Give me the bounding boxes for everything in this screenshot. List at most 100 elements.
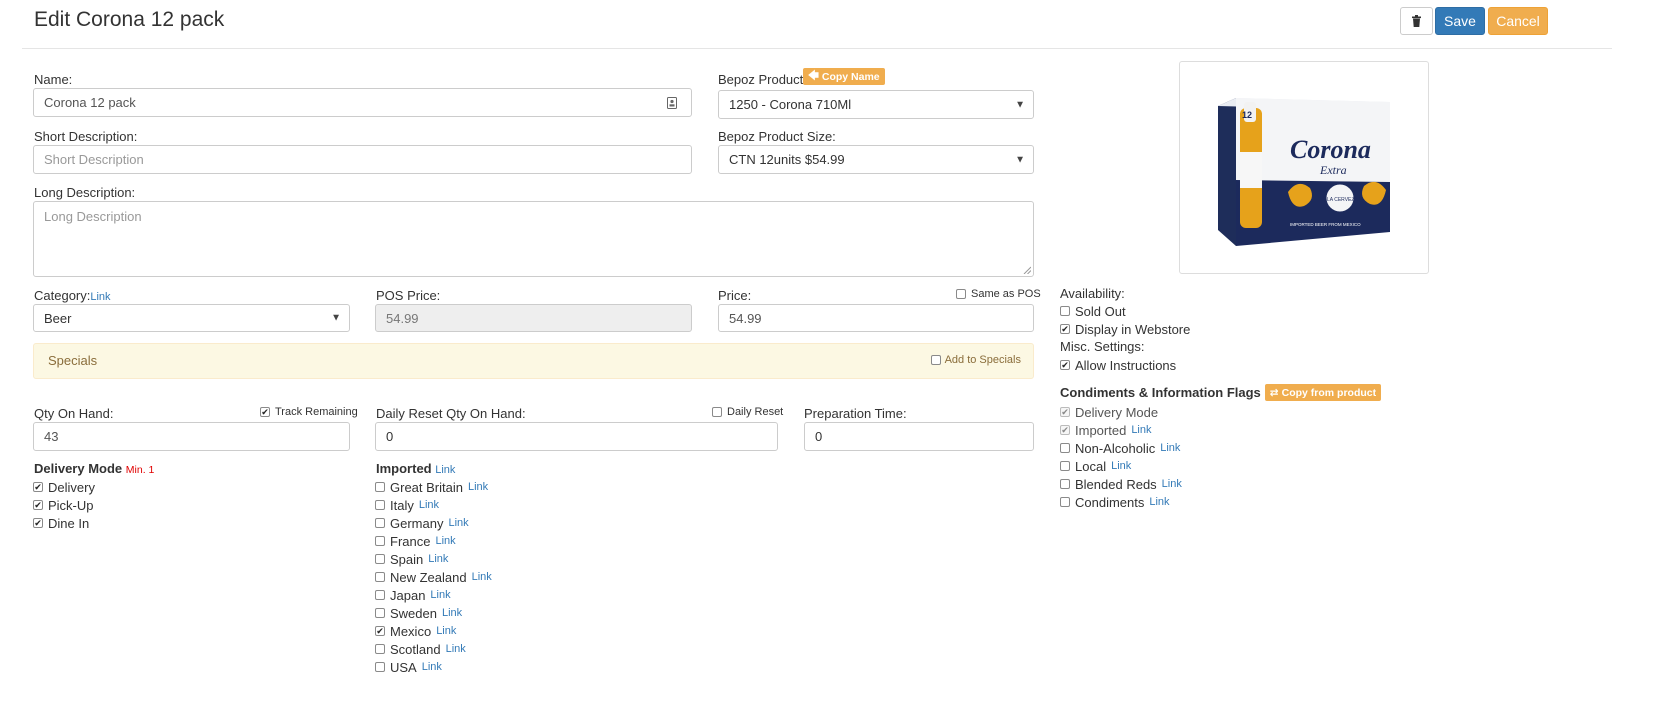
allow-instructions-checkbox[interactable]: ✔ Allow Instructions: [1060, 356, 1176, 374]
display-in-webstore-checkbox[interactable]: ✔ Display in Webstore: [1060, 320, 1190, 338]
bepoz-product-size-value: CTN 12units $54.99: [729, 152, 845, 167]
imported-option[interactable]: New Zealand Link: [375, 568, 635, 586]
price-input[interactable]: 54.99: [718, 304, 1034, 332]
sold-out-checkbox[interactable]: Sold Out: [1060, 302, 1190, 320]
short-description-input[interactable]: Short Description: [33, 145, 692, 174]
checkbox[interactable]: [375, 536, 385, 546]
flag-link[interactable]: Link: [1149, 496, 1169, 508]
checkbox[interactable]: [375, 482, 385, 492]
trash-icon: [1412, 15, 1421, 27]
checkbox[interactable]: [1060, 479, 1070, 489]
option-link[interactable]: Link: [430, 589, 450, 601]
option-link[interactable]: Link: [435, 535, 455, 547]
option-link[interactable]: Link: [422, 661, 442, 673]
imported-option[interactable]: Germany Link: [375, 514, 635, 532]
daily-reset-box[interactable]: [712, 407, 722, 417]
checkbox[interactable]: ✔: [1060, 407, 1070, 417]
flag-local[interactable]: Local Link: [1060, 457, 1182, 475]
add-to-specials-checkbox[interactable]: Add to Specials: [930, 354, 1021, 366]
corona-12-pack-image: 12 Corona Extra LA CERVEZA MAS FINA IMPO…: [1218, 98, 1390, 246]
save-button[interactable]: Save: [1435, 7, 1485, 35]
checkbox[interactable]: [375, 554, 385, 564]
bepoz-product-select[interactable]: 1250 - Corona 710Ml ▼: [718, 90, 1034, 119]
misc-settings-label: Misc. Settings:: [1060, 339, 1145, 354]
daily-reset-value: 0: [386, 429, 394, 444]
option-link[interactable]: Link: [442, 607, 462, 619]
checkbox[interactable]: ✔: [33, 518, 43, 528]
option-label: New Zealand: [390, 569, 467, 585]
delivery-option-delivery[interactable]: ✔ Delivery: [33, 478, 95, 496]
checkbox[interactable]: [375, 518, 385, 528]
checkbox[interactable]: ✔: [1060, 425, 1070, 435]
cancel-button[interactable]: Cancel: [1488, 7, 1548, 35]
name-input[interactable]: Corona 12 pack: [33, 88, 692, 117]
option-link[interactable]: Link: [448, 517, 468, 529]
option-link[interactable]: Link: [446, 643, 466, 655]
copy-from-product-button[interactable]: ⇄ Copy from product: [1264, 384, 1382, 401]
add-to-specials-box[interactable]: [930, 355, 941, 365]
track-remaining-box[interactable]: ✔: [260, 407, 270, 417]
qty-on-hand-input[interactable]: 43: [33, 422, 350, 451]
product-image-box[interactable]: 12 Corona Extra LA CERVEZA MAS FINA IMPO…: [1179, 61, 1429, 274]
delivery-option-dine-in[interactable]: ✔ Dine In: [33, 514, 95, 532]
imported-option[interactable]: Great Britain Link: [375, 478, 635, 496]
option-link[interactable]: Link: [428, 553, 448, 565]
imported-option[interactable]: USA Link: [375, 658, 635, 676]
delivery-option-pick-up[interactable]: ✔ Pick-Up: [33, 496, 95, 514]
checkbox[interactable]: ✔: [1060, 360, 1070, 370]
delete-button[interactable]: [1400, 7, 1433, 35]
checkbox[interactable]: [1060, 461, 1070, 471]
flag-imported[interactable]: ✔ Imported Link: [1060, 421, 1182, 439]
imported-option[interactable]: Italy Link: [375, 496, 635, 514]
category-select[interactable]: Beer ▼: [33, 304, 350, 332]
same-as-pos-checkbox[interactable]: Same as POS: [956, 285, 1041, 303]
checkbox[interactable]: [375, 662, 385, 672]
checkbox[interactable]: [1060, 497, 1070, 507]
imported-link[interactable]: Link: [435, 464, 455, 476]
long-description-textarea[interactable]: Long Description: [33, 201, 1034, 277]
option-link[interactable]: Link: [468, 481, 488, 493]
imported-option[interactable]: Spain Link: [375, 550, 635, 568]
imported-option[interactable]: Japan Link: [375, 586, 635, 604]
checkbox[interactable]: ✔: [1060, 324, 1070, 334]
checkbox[interactable]: [375, 572, 385, 582]
option-link[interactable]: Link: [419, 499, 439, 511]
imported-option[interactable]: France Link: [375, 532, 635, 550]
checkbox[interactable]: ✔: [33, 482, 43, 492]
checkbox[interactable]: [375, 590, 385, 600]
flag-delivery-mode[interactable]: ✔ Delivery Mode: [1060, 403, 1182, 421]
option-label: USA: [390, 659, 417, 675]
imported-option[interactable]: Scotland Link: [375, 640, 635, 658]
checkbox[interactable]: [375, 644, 385, 654]
caret-down-icon: ▼: [331, 312, 341, 324]
imported-option[interactable]: ✔ Mexico Link: [375, 622, 635, 640]
add-to-specials-label: Add to Specials: [944, 354, 1021, 366]
checkbox[interactable]: [1060, 443, 1070, 453]
bepoz-product-size-select[interactable]: CTN 12units $54.99 ▼: [718, 145, 1034, 174]
daily-reset-input[interactable]: 0: [375, 422, 778, 451]
flag-link[interactable]: Link: [1160, 442, 1180, 454]
option-link[interactable]: Link: [472, 571, 492, 583]
preparation-time-input[interactable]: 0: [804, 422, 1034, 451]
flag-blended-reds[interactable]: Blended Reds Link: [1060, 475, 1182, 493]
checkbox[interactable]: [375, 608, 385, 618]
imported-option[interactable]: Sweden Link: [375, 604, 635, 622]
flag-non-alcoholic[interactable]: Non-Alcoholic Link: [1060, 439, 1182, 457]
copy-name-button[interactable]: 🡄 Copy Name: [803, 68, 885, 85]
option-label: France: [390, 533, 431, 549]
checkbox[interactable]: [1060, 306, 1070, 316]
track-remaining-checkbox[interactable]: ✔ Track Remaining: [260, 403, 358, 421]
option-link[interactable]: Link: [436, 625, 456, 637]
checkbox[interactable]: [375, 500, 385, 510]
flag-condiments[interactable]: Condiments Link: [1060, 493, 1182, 511]
same-as-pos-box[interactable]: [956, 289, 966, 299]
checkbox[interactable]: ✔: [33, 500, 43, 510]
flag-link[interactable]: Link: [1111, 460, 1131, 472]
flag-link[interactable]: Link: [1162, 478, 1182, 490]
checkbox[interactable]: ✔: [375, 626, 385, 636]
daily-reset-checkbox[interactable]: Daily Reset: [712, 403, 783, 421]
resize-handle-icon[interactable]: [1023, 266, 1031, 274]
flag-link[interactable]: Link: [1131, 424, 1151, 436]
caret-down-icon: ▼: [1015, 154, 1025, 165]
category-link[interactable]: Link: [90, 291, 110, 303]
